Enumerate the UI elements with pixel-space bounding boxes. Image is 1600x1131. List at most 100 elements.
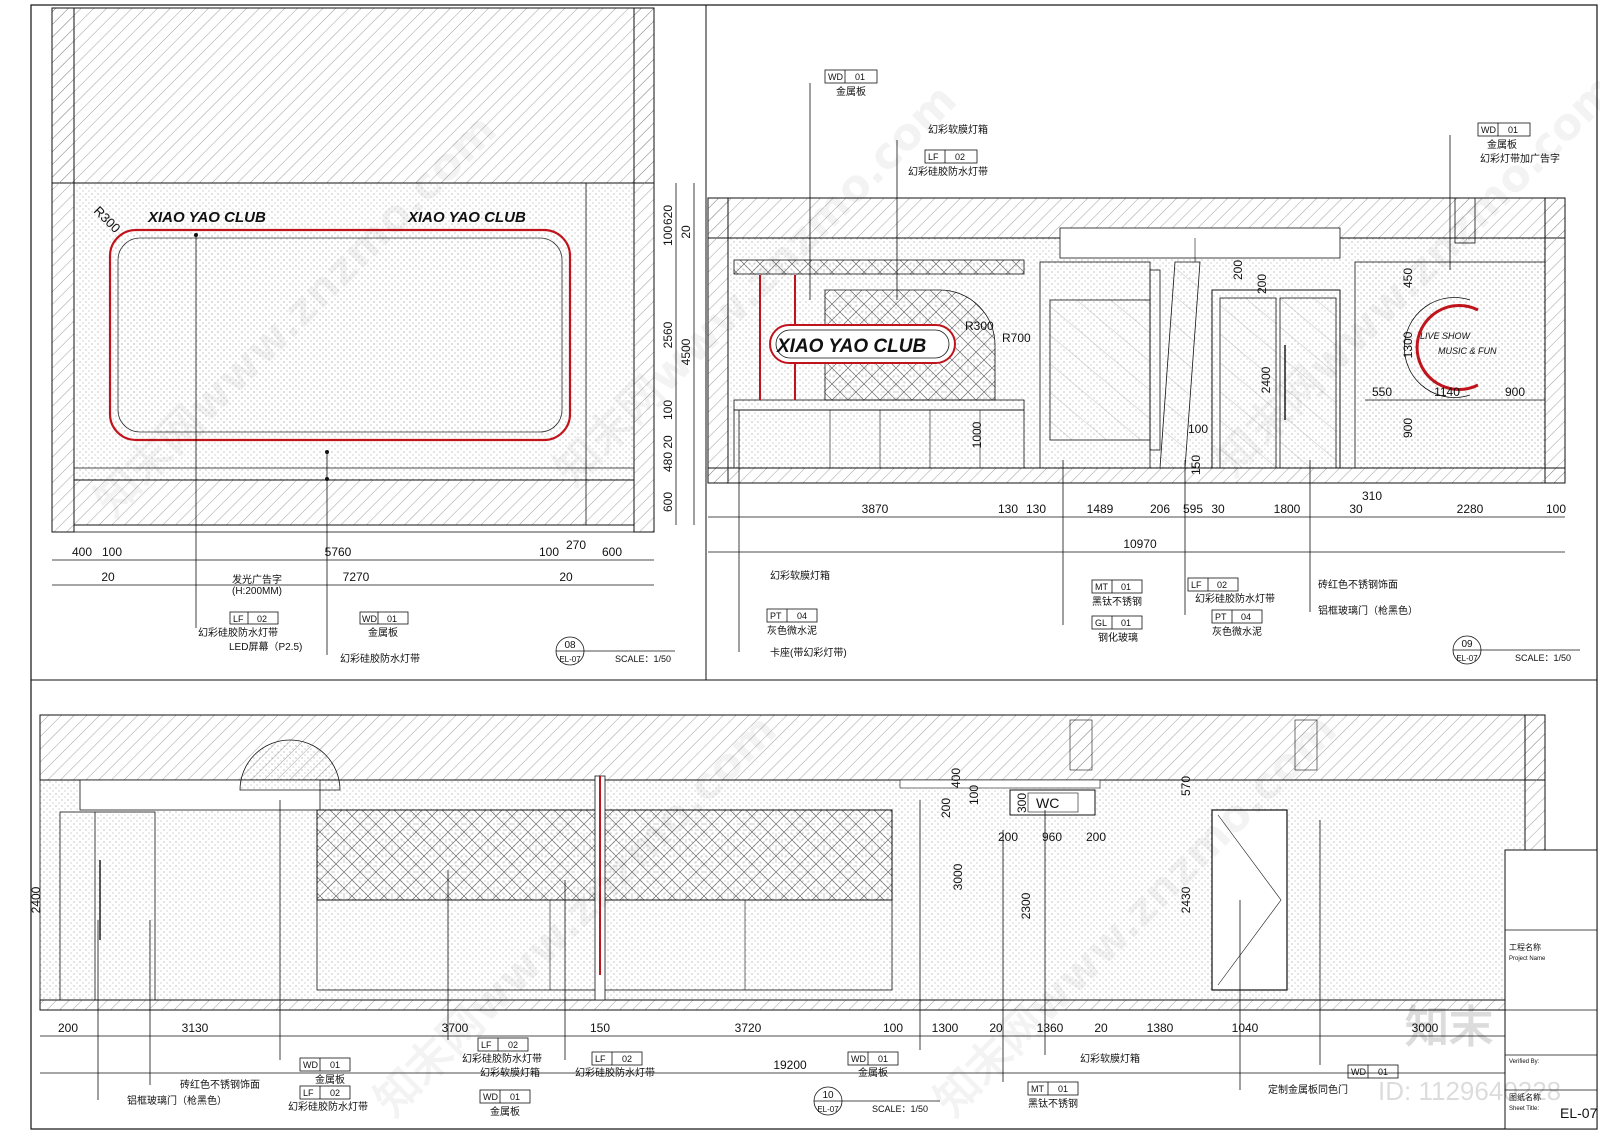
p09-glass-panel bbox=[1049, 299, 1151, 441]
p10-note-box-c: 幻彩软膜灯箱 bbox=[1080, 1052, 1140, 1065]
p08-hdim-2: 5760 bbox=[325, 545, 352, 559]
svg-text:01: 01 bbox=[855, 72, 865, 82]
p10-vdim-5: 2300 bbox=[1019, 892, 1033, 919]
tb-project-en: Project Name bbox=[1509, 956, 1546, 962]
svg-text:WD: WD bbox=[303, 1060, 318, 1070]
svg-text:幻彩硅胶防水灯带: 幻彩硅胶防水灯带 bbox=[462, 1052, 542, 1065]
p09-hdim-3: 1489 bbox=[1087, 502, 1114, 516]
svg-text:幻彩硅胶防水灯带: 幻彩硅胶防水灯带 bbox=[1195, 592, 1275, 605]
tb-sheet-en: Sheet Title: bbox=[1509, 1106, 1539, 1112]
p08-tag-lf: LF 02 幻彩硅胶防水灯带 bbox=[198, 611, 279, 639]
svg-text:金属板: 金属板 bbox=[315, 1073, 345, 1086]
p10-total: 19200 bbox=[773, 1058, 807, 1072]
panel-10-elevation bbox=[39, 714, 1546, 1011]
svg-text:灰色微水泥: 灰色微水泥 bbox=[767, 624, 817, 637]
svg-text:GL: GL bbox=[1095, 618, 1107, 628]
p08-hdim-b2: 20 bbox=[559, 570, 573, 584]
svg-text:01: 01 bbox=[1121, 582, 1131, 592]
p08-hdim-1: 100 bbox=[102, 545, 122, 559]
p08-note-led: LED屏幕（P2.5) bbox=[229, 640, 302, 653]
p10-mid-dim-0: 200 bbox=[998, 830, 1018, 844]
p10-hdim-2: 3700 bbox=[442, 1021, 469, 1035]
p10-tag-wd-a: WD 01 金属板 bbox=[299, 1057, 351, 1086]
svg-text:10: 10 bbox=[822, 1090, 834, 1101]
svg-text:黑钛不锈钢: 黑钛不锈钢 bbox=[1092, 595, 1142, 608]
p08-note-sign-h: (H:200MM) bbox=[232, 586, 282, 597]
p08-tag-wd: WD 01 金属板 bbox=[359, 611, 409, 639]
svg-text:LF: LF bbox=[481, 1040, 492, 1050]
svg-text:灰色微水泥: 灰色微水泥 bbox=[1212, 625, 1262, 638]
tb-sheet-no: EL-07 bbox=[1560, 1105, 1598, 1121]
svg-text:EL-07: EL-07 bbox=[1456, 654, 1478, 663]
svg-text:WD: WD bbox=[483, 1092, 498, 1102]
p09-hdim-inner-2: 900 bbox=[1505, 385, 1525, 399]
p10-hdim-10: 1380 bbox=[1147, 1021, 1174, 1035]
p09-hdim-7: 1800 bbox=[1274, 502, 1301, 516]
p09-hdim-inner-1: 1140 bbox=[1434, 385, 1460, 399]
p09-tag-lf-bottom: LF 02 幻彩硅胶防水灯带 bbox=[1187, 577, 1275, 605]
svg-text:09: 09 bbox=[1461, 639, 1473, 650]
p08-vdim-1: 20 bbox=[679, 225, 693, 239]
p10-vdim-2: 100 bbox=[967, 785, 981, 805]
p09-hdim-8: 30 bbox=[1349, 502, 1363, 516]
p08-hdim-b1: 7270 bbox=[343, 570, 370, 584]
p09-brand: XIAO YAO CLUB bbox=[776, 336, 926, 357]
svg-text:08: 08 bbox=[564, 640, 576, 651]
panel-08-elevation bbox=[51, 7, 655, 655]
p10-vdim-0: 400 bbox=[949, 768, 963, 788]
svg-text:WD: WD bbox=[362, 614, 377, 624]
p10-hdim-1: 3130 bbox=[182, 1021, 209, 1035]
svg-text:02: 02 bbox=[257, 614, 267, 624]
svg-text:LF: LF bbox=[928, 152, 939, 162]
p08-vdim-7: 480 bbox=[661, 452, 675, 472]
p09-hdim-9: 310 bbox=[1362, 489, 1382, 503]
svg-text:01: 01 bbox=[330, 1060, 340, 1070]
p09-r700: R700 bbox=[1002, 331, 1031, 345]
p09-hdim-6: 30 bbox=[1211, 502, 1225, 516]
svg-text:钢化玻璃: 钢化玻璃 bbox=[1098, 631, 1138, 644]
p09-tag-pt-bottom: PT 04 灰色微水泥 bbox=[1211, 609, 1263, 638]
p08-vdim-6: 20 bbox=[661, 435, 675, 449]
tb-verified-en: Verified By: bbox=[1509, 1059, 1540, 1065]
svg-text:02: 02 bbox=[622, 1054, 632, 1064]
svg-text:金属板: 金属板 bbox=[368, 626, 398, 639]
svg-text:01: 01 bbox=[878, 1054, 888, 1064]
p10-tag-lf-b: LF 02 幻彩硅胶防水灯带 bbox=[462, 1037, 542, 1065]
panel-08-brand-right: XIAO YAO CLUB bbox=[407, 209, 526, 226]
svg-text:LF: LF bbox=[233, 614, 244, 624]
p10-hdim-5: 100 bbox=[883, 1021, 903, 1035]
p10-hdim-0: 200 bbox=[58, 1021, 78, 1035]
p09-hdim-10: 2280 bbox=[1457, 502, 1484, 516]
p09-note-seat: 卡座(带幻彩灯带) bbox=[770, 646, 847, 659]
p09-vdim-7: 100 bbox=[1188, 422, 1208, 436]
svg-text:02: 02 bbox=[330, 1088, 340, 1098]
p10-door bbox=[1211, 809, 1288, 991]
p09-vdim-8: 150 bbox=[1189, 455, 1203, 475]
svg-text:幻彩硅胶防水灯带: 幻彩硅胶防水灯带 bbox=[288, 1100, 368, 1113]
svg-text:LF: LF bbox=[1191, 580, 1202, 590]
p10-hdim-9: 20 bbox=[1094, 1021, 1108, 1035]
p09-note-sign: 幻彩灯带加广告字 bbox=[1480, 152, 1560, 165]
svg-text:PT: PT bbox=[770, 611, 782, 621]
svg-text:幻彩硅胶防水灯带: 幻彩硅胶防水灯带 bbox=[575, 1066, 655, 1079]
p09-hdim-inner-0: 550 bbox=[1372, 385, 1392, 399]
p10-mid-dim-2: 200 bbox=[1086, 830, 1106, 844]
p08-hdim-4: 270 bbox=[566, 538, 586, 552]
p09-vdim-1: 200 bbox=[1255, 274, 1269, 294]
p10-note-box-b: 幻彩软膜灯箱 bbox=[480, 1066, 540, 1079]
p09-tag-mt: MT 01 黑钛不锈钢 bbox=[1091, 579, 1143, 608]
svg-text:WD: WD bbox=[1481, 125, 1496, 135]
p09-tag-gl: GL 01 钢化玻璃 bbox=[1091, 615, 1143, 644]
p10-tag-lf-c: LF 02 幻彩硅胶防水灯带 bbox=[575, 1051, 655, 1079]
p10-tag-lf-a: LF 02 幻彩硅胶防水灯带 bbox=[288, 1085, 368, 1113]
p08-vdim-5: 100 bbox=[661, 400, 675, 420]
svg-text:02: 02 bbox=[508, 1040, 518, 1050]
p08-vdim-8: 600 bbox=[661, 492, 675, 512]
svg-text:01: 01 bbox=[1121, 618, 1131, 628]
p10-hdim-4: 3720 bbox=[735, 1021, 762, 1035]
svg-text:金属板: 金属板 bbox=[836, 85, 866, 98]
svg-text:LF: LF bbox=[303, 1088, 314, 1098]
p10-note-red-steel: 砖红色不锈钢饰面 bbox=[180, 1078, 260, 1091]
svg-text:黑钛不锈钢: 黑钛不锈钢 bbox=[1028, 1097, 1078, 1110]
p09-hdim-1: 130 bbox=[998, 502, 1018, 516]
